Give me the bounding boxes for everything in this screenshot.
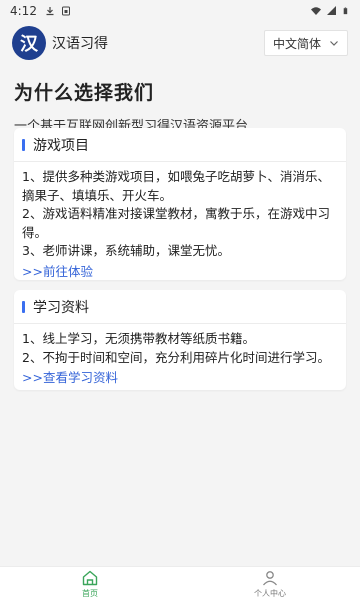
tab-home-label: 首页 (82, 588, 98, 598)
card-line: 3、老师讲课，系统辅助，课堂无忧。 (22, 243, 230, 258)
home-icon (82, 570, 98, 585)
card-line: 1、提供多种类游戏项目，如喂兔子吃胡萝卜、消消乐、摘果子、填填乐、开火车。 (22, 169, 330, 203)
user-icon (263, 570, 277, 585)
try-games-link[interactable]: >>前往体验 (22, 263, 338, 282)
card-line: 2、游戏语料精准对接课堂教材，寓教于乐，在游戏中习得。 (22, 206, 330, 240)
hero-title: 为什么选择我们 (14, 82, 155, 104)
card-line: 2、不拘于时间和空间，充分利用碎片化时间进行学习。 (22, 349, 330, 365)
card-body: 1、线上学习，无须携带教材等纸质书籍。 2、不拘于时间和空间，充分利用碎片化时间… (14, 324, 346, 388)
app-logo: 汉 (12, 26, 46, 60)
accent-bar (22, 138, 25, 151)
hero-section: 为什么选择我们 一个基于互联网创新型习得汉语资源平台 (14, 78, 346, 134)
bottom-tab-bar: 首页 个人中心 (0, 566, 360, 600)
card-title: 游戏项目 (33, 137, 89, 154)
card-header: 学习资料 (14, 290, 346, 324)
card-line: 1、线上学习，无须携带教材等纸质书籍。 (22, 331, 255, 346)
download-icon (46, 7, 54, 16)
card-games: 游戏项目 1、提供多种类游戏项目，如喂兔子吃胡萝卜、消消乐、摘果子、填填乐、开火… (14, 128, 346, 280)
logo-glyph: 汉 (20, 34, 38, 55)
app-name: 汉语习得 (52, 36, 108, 52)
view-materials-link[interactable]: >>查看学习资料 (22, 369, 338, 388)
tab-profile[interactable]: 个人中心 (180, 567, 360, 600)
signal-icon (327, 6, 336, 15)
card-header: 游戏项目 (14, 128, 346, 162)
battery-icon (343, 7, 348, 15)
card-materials: 学习资料 1、线上学习，无须携带教材等纸质书籍。 2、不拘于时间和空间，充分利用… (14, 290, 346, 390)
tab-home[interactable]: 首页 (0, 567, 180, 600)
card-title: 学习资料 (33, 299, 89, 316)
chevron-down-icon (330, 41, 338, 46)
language-select-value: 中文简体 (273, 36, 322, 51)
status-time: 4:12 (10, 4, 37, 18)
card-body: 1、提供多种类游戏项目，如喂兔子吃胡萝卜、消消乐、摘果子、填填乐、开火车。 2、… (14, 162, 346, 281)
accent-bar (22, 300, 25, 313)
status-bar: 4:12 (0, 0, 360, 22)
tab-profile-label: 个人中心 (254, 588, 286, 598)
language-select[interactable]: 中文简体 (264, 30, 348, 56)
app-header: 汉 汉语习得 中文简体 (0, 22, 360, 64)
sim-card-icon (61, 6, 70, 16)
wifi-icon (311, 7, 321, 15)
